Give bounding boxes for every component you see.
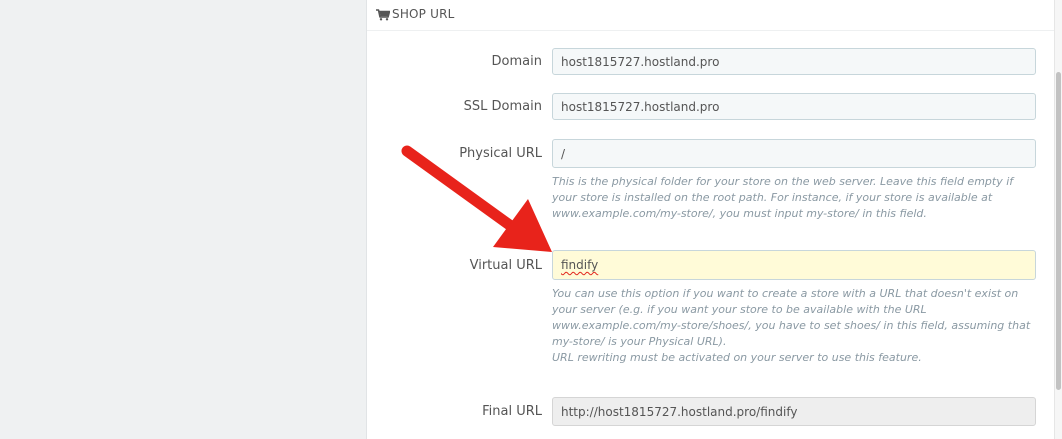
scrollbar-thumb[interactable] (1056, 72, 1061, 390)
shop-url-panel: SHOP URL Domain SSL Domain Physical URL … (366, 0, 1055, 439)
ssl-domain-label: SSL Domain (463, 99, 542, 114)
physical-url-label: Physical URL (459, 146, 542, 161)
final-url-input[interactable] (552, 397, 1036, 426)
panel-title: SHOP URL (392, 7, 455, 21)
final-url-label: Final URL (482, 404, 542, 419)
scrollbar[interactable] (1054, 0, 1062, 439)
virtual-url-input[interactable]: findify (552, 250, 1036, 280)
virtual-url-label: Virtual URL (469, 258, 542, 273)
virtual-url-value: findify (561, 258, 599, 272)
ssl-domain-input[interactable] (552, 93, 1036, 120)
virtual-url-help-line2: URL rewriting must be activated on your … (552, 351, 922, 364)
domain-input[interactable] (552, 48, 1036, 75)
virtual-url-help: You can use this option if you want to c… (552, 286, 1032, 366)
physical-url-help: This is the physical folder for your sto… (552, 175, 1014, 220)
shopping-cart-icon (376, 9, 390, 21)
domain-label: Domain (491, 54, 542, 69)
left-background (0, 0, 366, 439)
panel-header: SHOP URL (367, 0, 1055, 31)
virtual-url-help-line1: You can use this option if you want to c… (552, 287, 1031, 348)
page: SHOP URL Domain SSL Domain Physical URL … (0, 0, 1062, 439)
physical-url-input[interactable] (552, 139, 1036, 168)
